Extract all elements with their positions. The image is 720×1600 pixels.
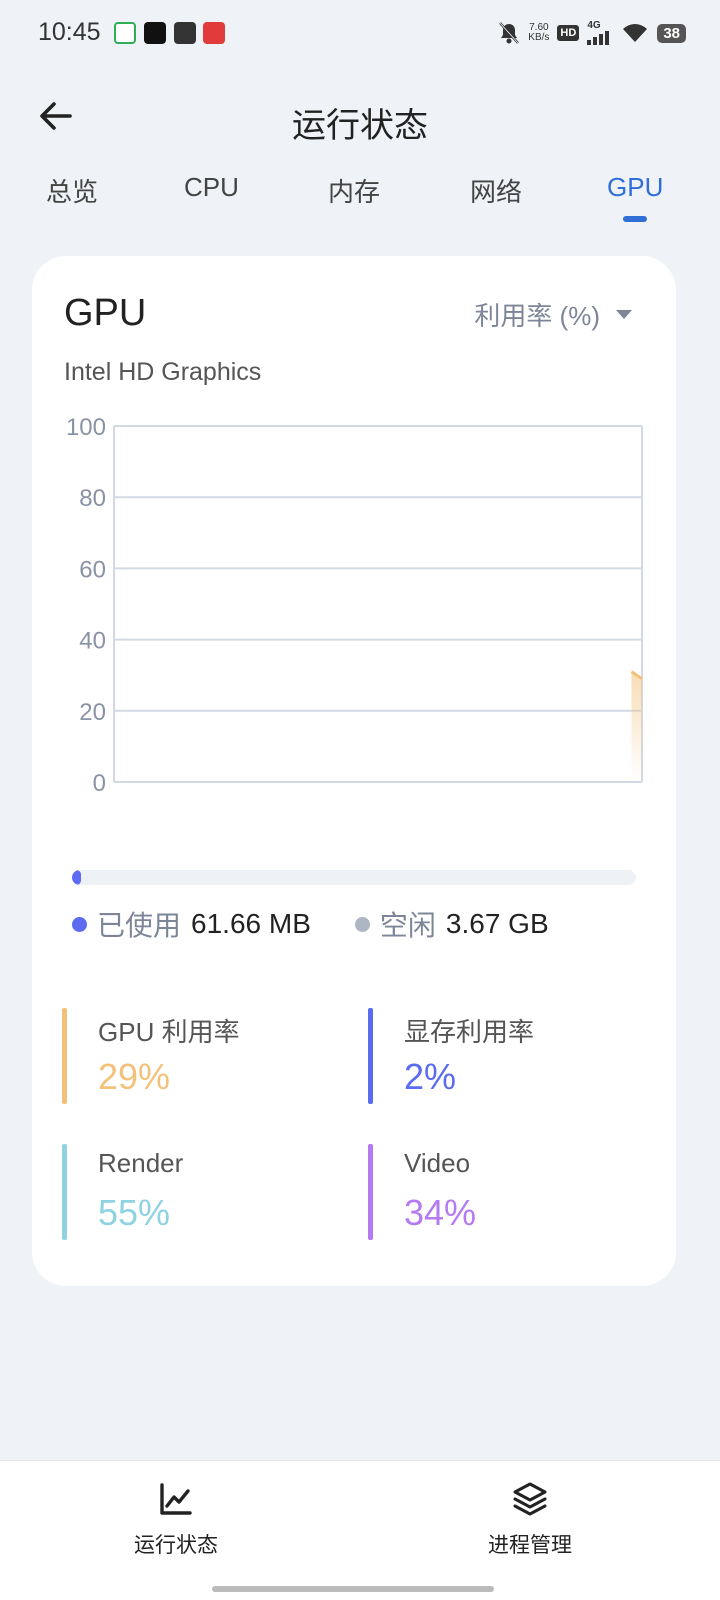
chevron-down-icon	[616, 310, 632, 319]
bottom-navigation: 运行状态 进程管理	[0, 1460, 720, 1600]
layers-icon	[513, 1482, 547, 1516]
series-area	[631, 671, 642, 782]
signal-bars-icon	[587, 31, 610, 45]
tab-memory[interactable]: 内存	[328, 172, 380, 209]
memory-free-legend: 空闲 3.67 GB	[354, 904, 549, 944]
trend-chart-icon	[160, 1483, 192, 1515]
app-notification-icon	[203, 22, 225, 44]
home-indicator	[212, 1586, 494, 1592]
stat-value: 55%	[98, 1192, 171, 1233]
y-tick-label: 40	[79, 628, 106, 655]
free-dot	[354, 916, 370, 932]
active-tab-indicator	[623, 216, 647, 222]
stat-color-bar	[62, 1008, 67, 1104]
battery-indicator: 38	[657, 23, 686, 43]
tab-gpu[interactable]: GPU	[607, 172, 663, 203]
y-tick-label: 100	[66, 414, 106, 441]
mute-bell-icon	[499, 22, 520, 44]
nav-run-status[interactable]: 运行状态	[86, 1479, 266, 1559]
stat-color-bar	[368, 1144, 373, 1240]
stat-gpu-utilization: GPU 利用率 29%	[62, 1008, 322, 1104]
gpu-card: GPU 利用率 (%) Intel HD Graphics 100 80 60 40 2…	[32, 256, 676, 1286]
tab-network[interactable]: 网络	[470, 172, 522, 209]
y-tick-label: 80	[79, 485, 106, 512]
gpu-usage-chart: 100 80 60 40 20 0	[66, 414, 643, 797]
wifi-icon	[623, 24, 648, 42]
network-speed: 7.60 KB/s	[528, 23, 549, 43]
app-header: 运行状态	[0, 84, 720, 148]
memory-used-fill	[72, 870, 82, 885]
stat-vram-utilization: 显存利用率 2%	[368, 1008, 628, 1104]
nav-label: 运行状态	[134, 1534, 218, 1557]
status-bar: 10:45 7.60 KB/s HD 4G 38	[0, 0, 720, 66]
metric-dropdown-label: 利用率 (%)	[474, 301, 600, 331]
gpu-device-name: Intel HD Graphics	[64, 358, 262, 386]
shopping-bag-icon	[174, 22, 196, 44]
memory-usage-bar	[72, 870, 636, 885]
memory-used-legend: 已使用 61.66 MB	[72, 904, 311, 944]
tab-bar: 总览 CPU 内存 网络 GPU	[0, 172, 720, 232]
network-speed-unit: KB/s	[528, 32, 550, 43]
stat-value: 29%	[98, 1056, 171, 1097]
used-label: 已使用	[97, 910, 182, 941]
status-time: 10:45	[38, 18, 101, 46]
stat-video: Video 34%	[368, 1144, 628, 1240]
stat-render: Render 55%	[62, 1144, 322, 1240]
stat-color-bar	[368, 1008, 373, 1104]
network-type: 4G	[587, 20, 601, 31]
stat-color-bar	[62, 1144, 67, 1240]
tab-cpu[interactable]: CPU	[184, 172, 239, 203]
app-notification-icon	[114, 22, 136, 44]
hd-badge: HD	[557, 25, 580, 41]
page-title: 运行状态	[292, 107, 428, 145]
y-tick-label: 20	[79, 699, 106, 726]
stat-label: Video	[404, 1148, 471, 1178]
card-title: GPU	[64, 292, 147, 334]
memory-legend: 已使用 61.66 MB 空闲 3.67 GB	[72, 904, 593, 944]
free-label: 空闲	[379, 910, 436, 941]
metric-dropdown[interactable]: 利用率 (%)	[474, 296, 632, 333]
nav-label: 进程管理	[488, 1534, 572, 1557]
stat-label: GPU 利用率	[98, 1017, 240, 1047]
used-dot	[72, 916, 87, 932]
app-notification-icon	[144, 22, 166, 44]
y-tick-label: 0	[93, 770, 106, 797]
nav-process-manager[interactable]: 进程管理	[440, 1479, 620, 1559]
stat-label: Render	[98, 1148, 184, 1178]
used-value: 61.66 MB	[191, 908, 311, 939]
tab-overview[interactable]: 总览	[46, 172, 98, 209]
y-tick-label: 60	[79, 556, 106, 583]
cell-signal: 4G	[587, 21, 613, 45]
stat-value: 2%	[404, 1056, 457, 1097]
stat-label: 显存利用率	[404, 1017, 535, 1047]
free-value: 3.67 GB	[445, 908, 549, 939]
stat-value: 34%	[404, 1192, 477, 1233]
